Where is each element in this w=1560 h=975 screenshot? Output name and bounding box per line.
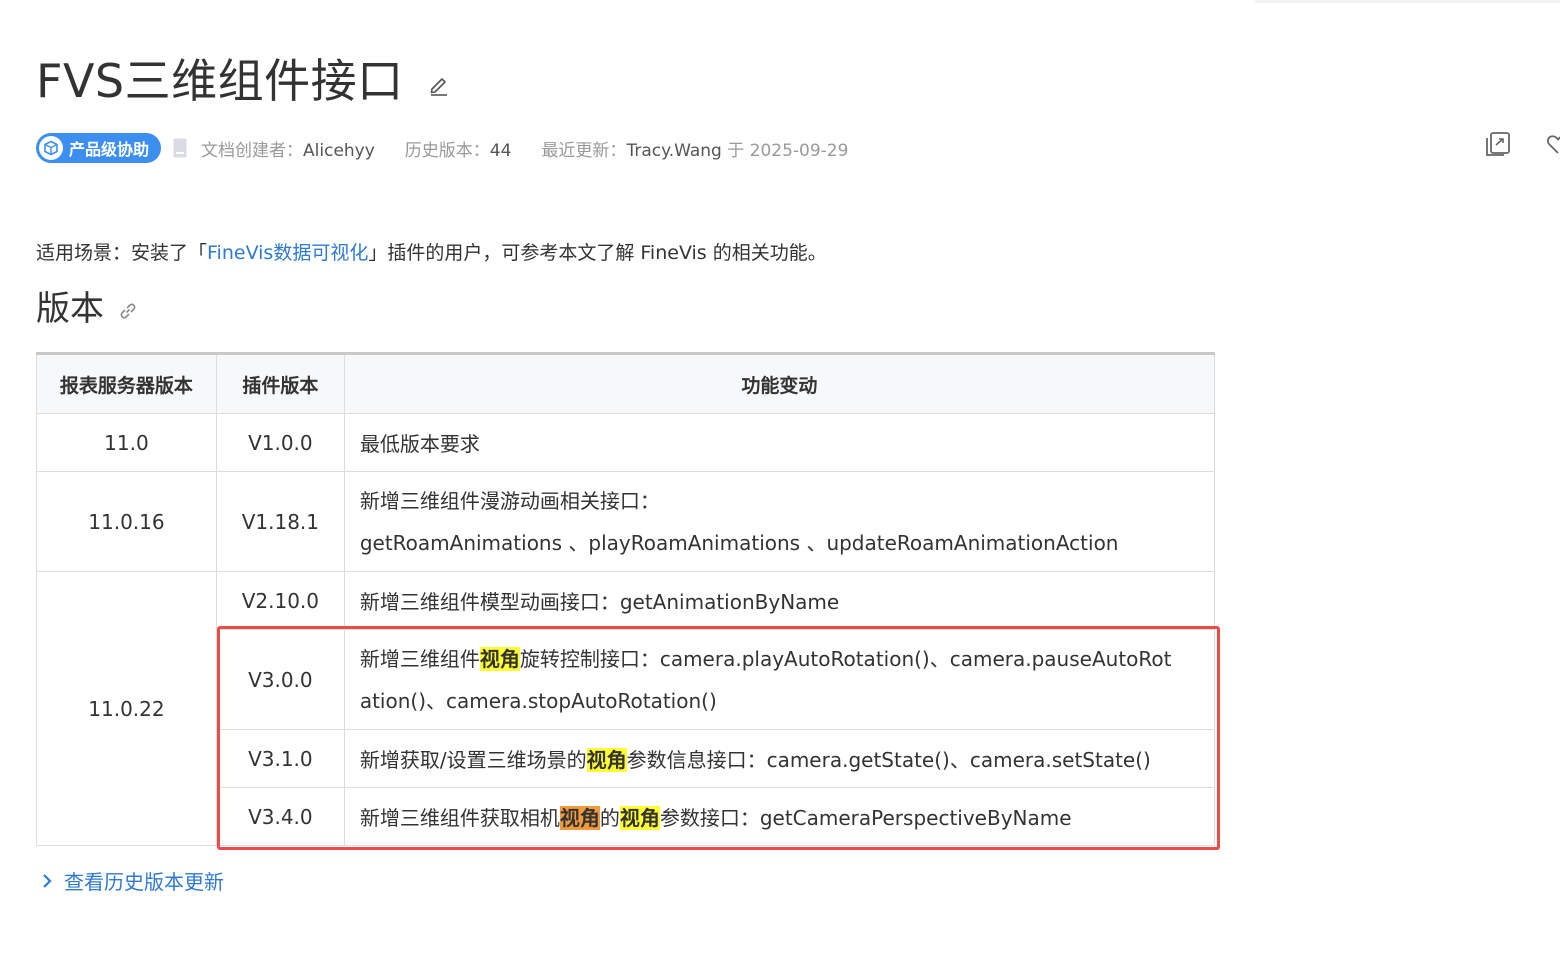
- updated-date: 于 2025-09-29: [721, 140, 849, 161]
- change-cell: 新增三维组件模型动画接口：getAnimationByName: [343, 571, 1216, 630]
- change-text: 的: [599, 806, 620, 830]
- copy-link-icon[interactable]: [1484, 130, 1512, 158]
- meta-row: 产品级协助 文档创建者：Alicehyy 历史版本：44 最近更新：Tracy.…: [36, 132, 848, 164]
- change-line: 新增三维组件视角旋转控制接口：camera.playAutoRotation()…: [360, 638, 1199, 680]
- creator-label: 文档创建者：: [201, 140, 304, 161]
- table-row: 11.0.22 V2.10.0 新增三维组件模型动画接口：getAnimatio…: [36, 571, 1216, 846]
- section-heading: 版本: [36, 288, 104, 329]
- search-highlight: 视角: [619, 806, 660, 830]
- change-cell: 新增三维组件获取相机视角的视角参数接口：getCameraPerspective…: [343, 787, 1216, 846]
- intro-suffix: 」插件的用户，可参考本文了解 FineVis 的相关功能。: [368, 242, 827, 264]
- history-link-label: 查看历史版本更新: [64, 870, 224, 894]
- plugin-version-cell: V3.0.0: [215, 629, 345, 730]
- heart-icon[interactable]: [1546, 132, 1560, 156]
- badge-label: 产品级协助: [69, 140, 150, 159]
- change-cell: 新增获取/设置三维场景的视角参数信息接口：camera.getState()、c…: [343, 729, 1216, 788]
- server-version-cell: 11.0.22: [36, 571, 217, 846]
- plugin-version-cell: V3.4.0: [215, 787, 345, 846]
- document-icon: [173, 138, 187, 158]
- pencil-icon[interactable]: [428, 74, 450, 96]
- section-heading-row: 版本: [36, 280, 138, 330]
- top-bar-edge: [1255, 0, 1560, 3]
- change-text: 旋转控制接口：camera.playAutoRotation()、camera.…: [519, 646, 1172, 671]
- history-value[interactable]: 44: [490, 141, 512, 161]
- creator-value[interactable]: Alicehyy: [303, 141, 375, 161]
- change-line: 新增三维组件漫游动画相关接口：: [359, 488, 660, 513]
- page-title: FVS三维组件接口: [36, 54, 404, 108]
- creator: 文档创建者：Alicehyy: [201, 136, 375, 161]
- search-highlight: 视角: [586, 748, 627, 772]
- change-text: 参数信息接口：camera.getState()、camera.setState…: [626, 748, 1151, 772]
- table-row: 11.0.16 V1.18.1 新增三维组件漫游动画相关接口： getRoamA…: [36, 471, 1216, 572]
- server-version-cell: 11.0.16: [36, 471, 217, 572]
- search-highlight: 视角: [479, 646, 520, 671]
- change-text: 新增获取/设置三维场景的: [359, 748, 587, 772]
- plugin-version-cell: V1.18.1: [215, 471, 345, 572]
- updated-label: 最近更新：: [541, 140, 627, 161]
- change-cell: 新增三维组件视角旋转控制接口：camera.playAutoRotation()…: [343, 629, 1216, 730]
- change-line: getRoamAnimations 、playRoamAnimations 、u…: [359, 530, 1119, 555]
- server-version-cell: 11.0: [36, 413, 217, 472]
- change-text: 新增三维组件获取相机: [359, 806, 560, 830]
- plugin-version-cell: V2.10.0: [215, 571, 345, 630]
- intro-text: 适用场景：安装了「FineVis数据可视化」插件的用户，可参考本文了解 Fine…: [36, 238, 827, 265]
- chevron-right-icon: [43, 873, 52, 888]
- table-header-row: 报表服务器版本 插件版本 功能变动: [36, 353, 1216, 414]
- change-text: 新增三维组件: [359, 646, 480, 671]
- product-badge[interactable]: 产品级协助: [36, 133, 162, 163]
- history-label: 历史版本：: [404, 140, 490, 161]
- history-versions-link[interactable]: 查看历史版本更新: [40, 866, 224, 895]
- search-highlight-current: 视角: [559, 806, 600, 830]
- version-table: 报表服务器版本 插件版本 功能变动 11.0 V1.0.0 最低版本要求 11.…: [36, 352, 1216, 846]
- link-icon[interactable]: [118, 301, 138, 321]
- change-line: ation()、camera.stopAutoRotation(): [359, 688, 717, 713]
- plugin-version-cell: V3.1.0: [215, 729, 345, 788]
- finevis-link[interactable]: FineVis数据可视化: [207, 242, 368, 264]
- column-header-changes: 功能变动: [343, 353, 1216, 414]
- change-cell: 新增三维组件漫游动画相关接口： getRoamAnimations 、playR…: [343, 471, 1216, 572]
- doc-actions: [1484, 130, 1560, 158]
- intro-prefix: 适用场景：安装了「: [36, 242, 208, 264]
- title-row: FVS三维组件接口: [36, 46, 450, 110]
- change-text: 参数接口：getCameraPerspectiveByName: [659, 806, 1072, 830]
- history-count: 历史版本：44: [405, 136, 512, 161]
- cube-icon: [39, 136, 63, 160]
- updated-user: Tracy.Wang: [626, 140, 722, 161]
- column-header-server: 报表服务器版本: [36, 353, 217, 414]
- change-cell: 最低版本要求: [343, 413, 1216, 472]
- plugin-version-cell: V1.0.0: [215, 413, 345, 472]
- table-row: 11.0 V1.0.0 最低版本要求: [36, 413, 1216, 472]
- last-updated: 最近更新：Tracy.Wang 于 2025-09-29: [541, 136, 848, 161]
- page: FVS三维组件接口 产品级协助 文档创建者：Alicehyy 历史版本：44 最…: [0, 0, 1560, 975]
- column-header-plugin: 插件版本: [215, 353, 345, 414]
